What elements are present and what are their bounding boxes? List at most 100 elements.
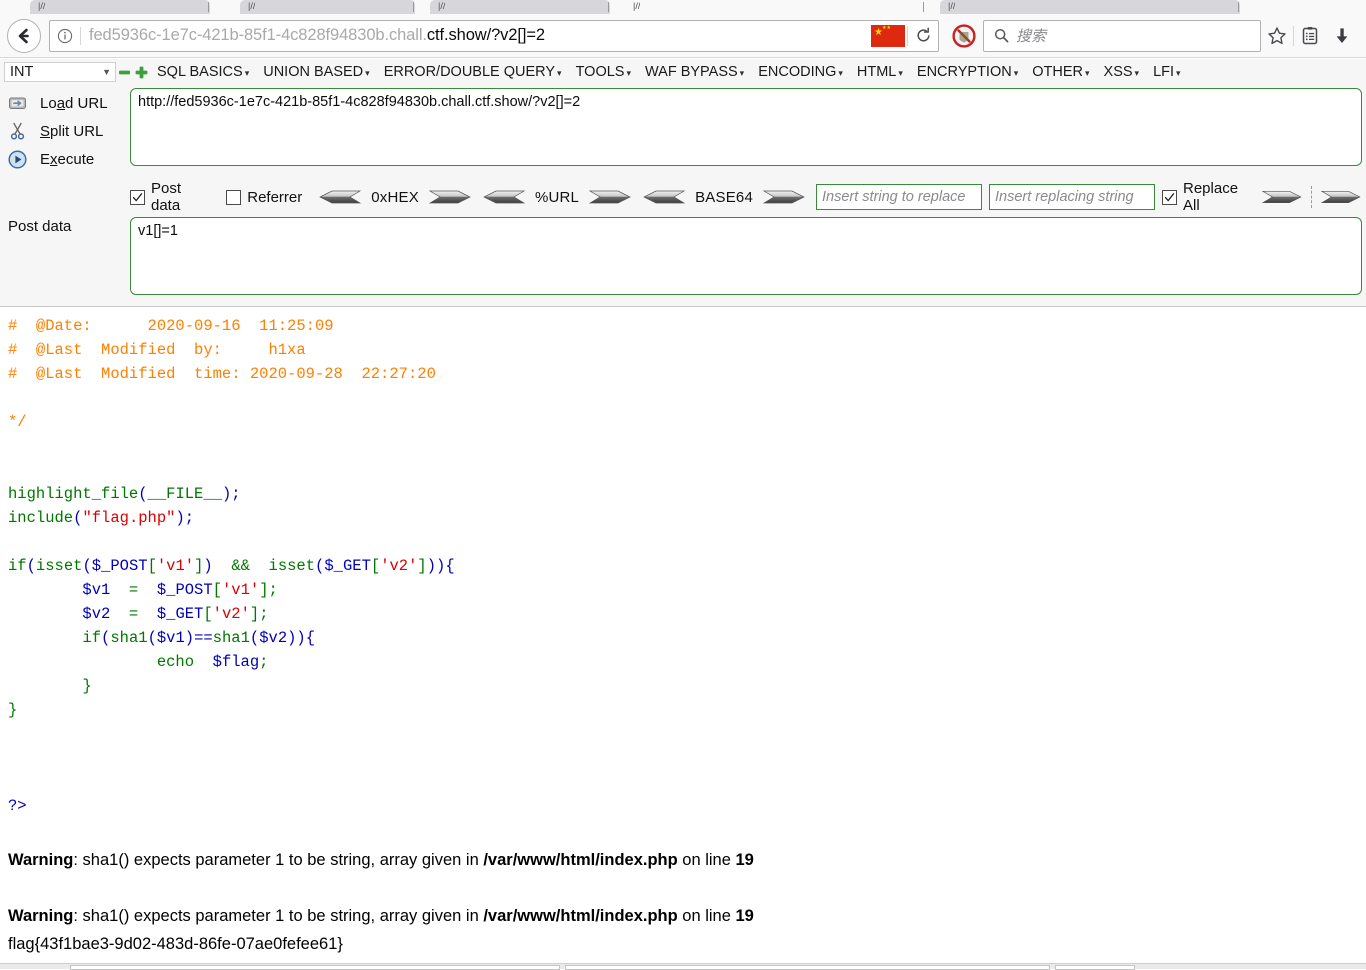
encode-base64-button[interactable] [762, 187, 806, 207]
browser-tab[interactable] [430, 0, 610, 14]
php-source-code: # @Date: 2020-09-16 11:25:09 # @Last Mod… [0, 308, 1366, 818]
remove-tab-button[interactable] [116, 61, 133, 83]
url-bar[interactable]: fed5936c-1e7c-421b-85f1-4c828f94830b.cha… [49, 19, 939, 52]
encoder-label-base64: BASE64 [695, 188, 753, 206]
code-token: $v2 [259, 629, 288, 647]
noscript-button[interactable] [948, 20, 980, 52]
code-token: } [8, 701, 18, 719]
warning-file-path: /var/www/html/index.php [483, 907, 678, 925]
chevron-down-icon: ▾ [557, 68, 562, 78]
add-tab-button[interactable] [133, 61, 150, 83]
code-token: $_GET [156, 605, 204, 623]
replace-all-checkbox-group[interactable]: Replace All [1162, 180, 1253, 214]
hackbar-menu-waf-bypass[interactable]: WAF BYPASS ▾ [638, 64, 751, 80]
code-token: } [8, 677, 92, 695]
hackbar-menu-tools[interactable]: TOOLS ▾ [569, 64, 638, 80]
tab-separator [413, 2, 414, 12]
decode-0xhex-button[interactable] [318, 187, 362, 207]
warning-file-path: /var/www/html/index.php [483, 851, 678, 869]
code-token: $_POST [91, 557, 148, 575]
hackbar-menu-encryption[interactable]: ENCRYPTION ▾ [910, 64, 1025, 80]
browser-tab[interactable] [240, 0, 415, 14]
hackbar-menu-label: UNION BASED [263, 64, 364, 80]
tab-separator [923, 2, 924, 12]
hackbar-menu-union-based[interactable]: UNION BASED ▾ [256, 64, 376, 80]
bookmark-button[interactable] [1261, 20, 1293, 52]
url-text[interactable]: fed5936c-1e7c-421b-85f1-4c828f94830b.cha… [81, 26, 871, 45]
code-token: ) [203, 557, 232, 575]
code-token: [ [203, 605, 213, 623]
referrer-checkbox[interactable] [226, 189, 242, 205]
post-data-textarea[interactable]: v1[]=1 [130, 217, 1362, 295]
encode-0xhex-button[interactable] [428, 187, 472, 207]
code-token: $v1 [82, 581, 111, 599]
browser-tab-title: |// [633, 1, 641, 11]
referrer-checkbox-group[interactable]: Referrer [226, 189, 302, 206]
encoder-label-0xhex: 0xHEX [371, 188, 419, 206]
search-bar[interactable]: 搜索 [983, 19, 1261, 52]
post-data-checkbox[interactable] [130, 189, 145, 205]
browser-tab-title: |// [248, 1, 256, 11]
browser-tab[interactable] [625, 0, 925, 14]
identity-info-button[interactable] [50, 21, 80, 51]
url-domain: ctf.show/?v2[]=2 [426, 26, 545, 44]
hackbar-type-select[interactable]: INT ▼ [4, 62, 116, 82]
code-token: ( [138, 485, 148, 503]
split-url-button[interactable]: Split URL [6, 117, 130, 145]
post-data-checkbox-label: Post data [151, 180, 182, 214]
url-textarea[interactable]: http://fed5936c-1e7c-421b-85f1-4c828f948… [130, 88, 1362, 166]
replace-with-input[interactable]: Insert replacing string [989, 184, 1155, 210]
decode-url-button[interactable] [482, 187, 526, 207]
encode-url-button[interactable] [588, 187, 632, 207]
referrer-checkbox-label: Referrer [247, 188, 303, 206]
library-button[interactable] [1294, 20, 1326, 52]
search-icon [994, 28, 1009, 43]
hackbar-type-value: INT [10, 64, 34, 80]
search-input[interactable]: 搜索 [1016, 25, 1046, 46]
warning-label: Warning [8, 851, 74, 869]
code-token: __FILE__ [147, 485, 222, 503]
code-token: 'v2' [380, 557, 418, 575]
hackbar-menu-sql-basics[interactable]: SQL BASICS ▾ [150, 64, 256, 80]
code-token: )== [184, 629, 213, 647]
downloads-button[interactable] [1326, 20, 1358, 52]
taskbar-item[interactable] [565, 965, 1050, 970]
hackbar-menu-label: ERROR/DOUBLE QUERY [383, 64, 556, 80]
taskbar-item[interactable] [70, 965, 560, 970]
browser-tab-title: |// [38, 1, 46, 11]
code-token: $v1 [156, 629, 185, 647]
hackbar-menu-other[interactable]: OTHER ▾ [1025, 64, 1096, 80]
noscript-blocked-icon [952, 23, 976, 48]
reload-button[interactable] [908, 21, 938, 51]
load-url-button[interactable]: Load URL [6, 89, 130, 117]
hackbar-menu-encoding[interactable]: ENCODING ▾ [751, 64, 850, 80]
replace-search-input[interactable]: Insert string to replace [816, 184, 982, 210]
hackbar-menu-label: SQL BASICS [157, 64, 243, 80]
split-url-scissors-icon [6, 120, 28, 142]
code-token: = [110, 605, 157, 623]
hackbar-menu-lfi[interactable]: LFI ▾ [1146, 64, 1187, 80]
code-token: [ [370, 557, 381, 575]
hackbar-menu-error-double-query[interactable]: ERROR/DOUBLE QUERY ▾ [377, 64, 569, 80]
code-token: # @Date: 2020-09-16 11:25:09 [8, 317, 334, 335]
decode-base64-button[interactable] [642, 187, 686, 207]
taskbar-item[interactable] [1055, 965, 1135, 970]
hackbar-menu-html[interactable]: HTML ▾ [850, 64, 910, 80]
reload-icon [916, 27, 930, 42]
hackbar-menu-xss[interactable]: XSS ▾ [1097, 64, 1147, 80]
replace-all-checkbox[interactable] [1162, 189, 1177, 205]
encoder-group-0xhex: 0xHEX [318, 187, 472, 207]
execute-button[interactable]: Execute [6, 145, 130, 173]
replace-secondary-button[interactable] [1320, 187, 1362, 207]
browser-tab[interactable] [30, 0, 210, 14]
browser-tab[interactable] [940, 0, 1240, 14]
encoder-group-base64: BASE64 [642, 187, 806, 207]
browser-navigation-bar: fed5936c-1e7c-421b-85f1-4c828f94830b.cha… [0, 14, 1366, 58]
back-button[interactable] [7, 18, 41, 53]
post-data-checkbox-group[interactable]: Post data [130, 180, 210, 214]
replace-apply-button[interactable] [1261, 187, 1303, 207]
code-token: isset [35, 557, 83, 575]
